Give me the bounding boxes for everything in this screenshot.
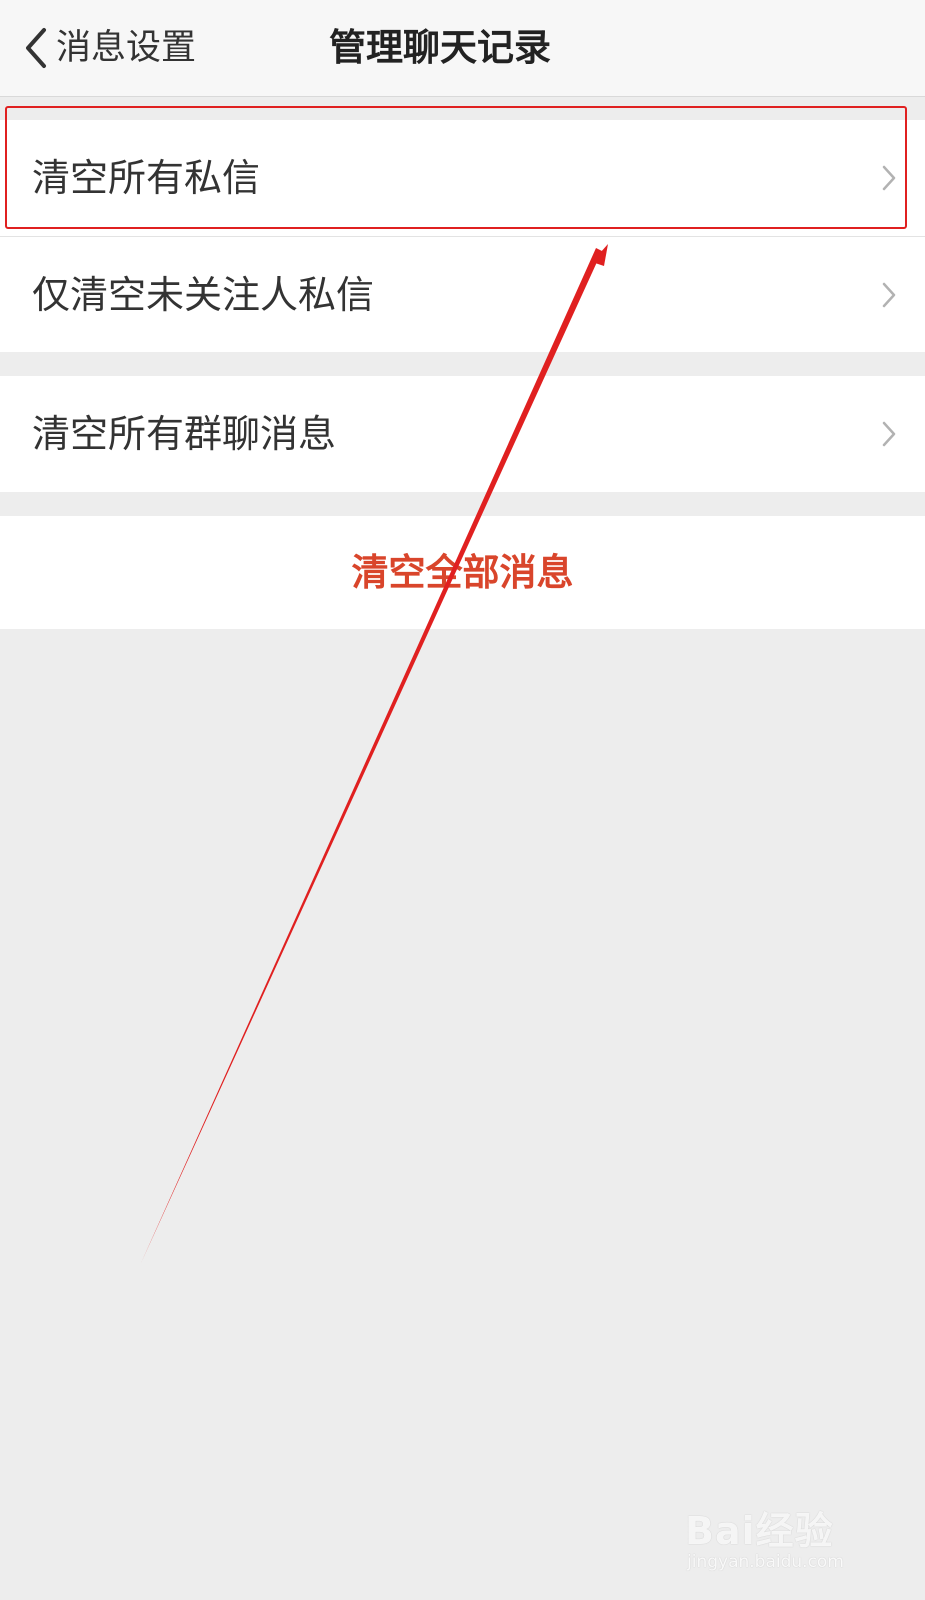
clear-all-messages-button[interactable]: 清空全部消息 [0,516,925,629]
chevron-right-icon [882,282,896,308]
row-label: 仅清空未关注人私信 [32,273,375,317]
nav-bar: 消息设置 管理聊天记录 [0,0,925,97]
danger-group: 清空全部消息 [0,516,925,629]
private-messages-group: 清空所有私信 仅清空未关注人私信 [0,120,925,352]
page: 消息设置 管理聊天记录 清空所有私信 仅清空未关注人私信 清空所有群聊消息 清空… [0,0,925,1600]
group-chat-group: 清空所有群聊消息 [0,376,925,492]
watermark-url: jingyan.baidu.com [687,1552,844,1572]
row-label: 清空所有群聊消息 [32,412,337,456]
row-clear-all-private[interactable]: 清空所有私信 [0,120,925,236]
row-clear-unfollowed-private[interactable]: 仅清空未关注人私信 [0,236,925,352]
page-title: 管理聊天记录 [329,26,551,69]
watermark-logo: Bai经验 [685,1509,834,1553]
chevron-right-icon [882,165,896,191]
watermark: Bai经验 jingyan.baidu.com [685,1500,875,1580]
chevron-right-icon [882,421,896,447]
row-clear-group-chats[interactable]: 清空所有群聊消息 [0,376,925,492]
row-label: 清空所有私信 [32,156,261,200]
